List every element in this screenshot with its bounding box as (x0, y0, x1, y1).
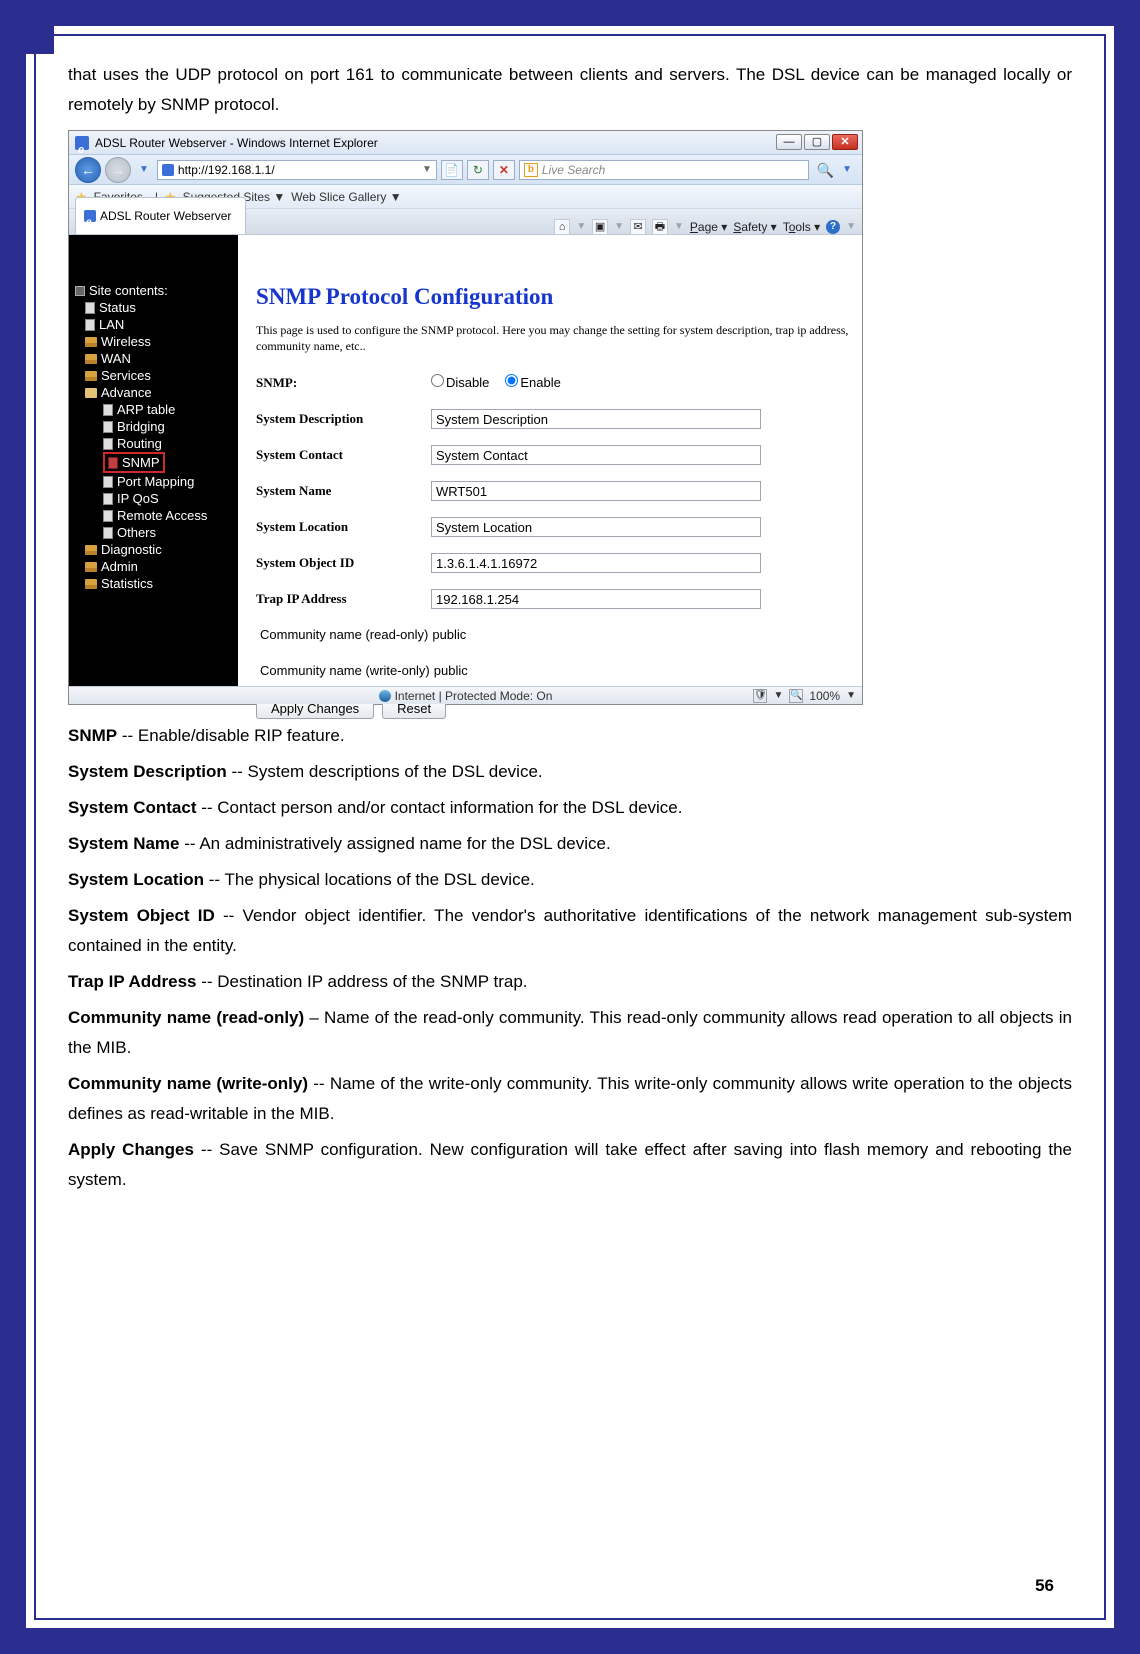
snmp-disable-radio[interactable]: Disable (431, 368, 489, 398)
row-comro: Community name (read-only)public (256, 620, 852, 650)
zoom-icon[interactable]: 🔍 (789, 689, 803, 703)
readmail-icon[interactable]: ✉ (630, 219, 646, 235)
zoom-level[interactable]: 100% (809, 681, 840, 711)
def-comro: Community name (read-only) – Name of the… (68, 1003, 1072, 1063)
forward-button[interactable]: → (105, 157, 131, 183)
stop-button[interactable]: ✕ (493, 160, 515, 180)
internet-zone-icon (379, 690, 391, 702)
sysdesc-input[interactable] (431, 409, 761, 429)
def-sysloc: System Location -- The physical location… (68, 865, 1072, 895)
sidebar-item-diagnostic[interactable]: Diagnostic (75, 541, 238, 558)
trap-input[interactable] (431, 589, 761, 609)
syscontact-input[interactable] (431, 445, 761, 465)
sidebar-item-others[interactable]: Others (75, 524, 238, 541)
sidebar-item-ipqos[interactable]: IP QoS (75, 490, 238, 507)
sidebar-item-portmap[interactable]: Port Mapping (75, 473, 238, 490)
tab-page-icon (84, 210, 96, 222)
sysname-label: System Name (256, 476, 431, 506)
page-description: This page is used to configure the SNMP … (256, 322, 852, 354)
search-placeholder: Live Search (542, 155, 605, 185)
window-title: ADSL Router Webserver - Windows Internet… (95, 128, 378, 158)
sidebar-item-services[interactable]: Services (75, 367, 238, 384)
refresh-button[interactable]: ↻ (467, 160, 489, 180)
page-icon (162, 164, 174, 176)
web-slice-gallery[interactable]: Web Slice Gallery ▼ (291, 182, 401, 212)
sidebar-nav: Site contents: Status LAN Wireless WAN S… (69, 235, 238, 686)
trap-label: Trap IP Address (256, 584, 431, 614)
sidebar-item-status[interactable]: Status (75, 299, 238, 316)
sidebar-item-lan[interactable]: LAN (75, 316, 238, 333)
sidebar-item-admin[interactable]: Admin (75, 558, 238, 575)
sidebar-item-snmp[interactable]: SNMP (75, 452, 238, 473)
title-bar: ADSL Router Webserver - Windows Internet… (69, 131, 862, 155)
def-syscontact: System Contact -- Contact person and/or … (68, 793, 1072, 823)
sysobj-label: System Object ID (256, 548, 431, 578)
def-sysdesc: System Description -- System description… (68, 757, 1072, 787)
home-icon[interactable]: ⌂ (554, 219, 570, 235)
main-panel: SNMP Protocol Configuration This page is… (238, 235, 862, 686)
help-icon[interactable]: ? (826, 220, 840, 234)
sidebar-item-bridging[interactable]: Bridging (75, 418, 238, 435)
sidebar-item-wan[interactable]: WAN (75, 350, 238, 367)
address-text: http://192.168.1.1/ (178, 155, 275, 185)
bing-icon: b (524, 163, 538, 177)
def-sysname: System Name -- An administratively assig… (68, 829, 1072, 859)
snmp-label: SNMP: (256, 368, 431, 398)
sysobj-input[interactable] (431, 553, 761, 573)
status-text: Internet | Protected Mode: On (395, 681, 553, 711)
snmp-enable-radio[interactable]: Enable (505, 368, 560, 398)
sidebar-item-arp[interactable]: ARP table (75, 401, 238, 418)
sidebar-item-routing[interactable]: Routing (75, 435, 238, 452)
minimize-button[interactable]: — (776, 134, 802, 150)
ie-icon (75, 136, 89, 150)
def-apply: Apply Changes -- Save SNMP configuration… (68, 1135, 1072, 1195)
intro-text: that uses the UDP protocol on port 161 t… (68, 60, 1072, 120)
sidebar-item-statistics[interactable]: Statistics (75, 575, 238, 592)
protected-mode-icon[interactable]: 🛡 (753, 689, 767, 703)
tab-label: ADSL Router Webserver (100, 201, 231, 231)
sidebar-header: Site contents: (75, 282, 238, 299)
browser-window: ADSL Router Webserver - Windows Internet… (68, 130, 863, 705)
status-bar: Internet | Protected Mode: On 🛡▼ 🔍 100%▼ (69, 686, 862, 704)
sysname-input[interactable] (431, 481, 761, 501)
compat-view-button[interactable]: 📄 (441, 160, 463, 180)
page-heading: SNMP Protocol Configuration (256, 282, 852, 312)
web-page-area: Site contents: Status LAN Wireless WAN S… (69, 235, 862, 686)
search-dropdown[interactable]: ▼ (838, 155, 856, 185)
sidebar-item-advance[interactable]: Advance (75, 384, 238, 401)
maximize-button[interactable]: ▢ (804, 134, 830, 150)
tab-adsl-router[interactable]: ADSL Router Webserver (75, 197, 246, 234)
syscontact-label: System Contact (256, 440, 431, 470)
address-dropdown-icon[interactable]: ▼ (422, 155, 432, 185)
sysloc-label: System Location (256, 512, 431, 542)
feeds-icon[interactable]: ▣ (592, 219, 608, 235)
close-button[interactable]: ✕ (832, 134, 858, 150)
sysloc-input[interactable] (431, 517, 761, 537)
def-comwo: Community name (write-only) -- Name of t… (68, 1069, 1072, 1129)
corner-ornament (6, 6, 54, 54)
sysdesc-label: System Description (256, 404, 431, 434)
search-button[interactable]: 🔍 (817, 155, 834, 185)
nav-bar: ← → ▼ http://192.168.1.1/ ▼ 📄 ↻ ✕ b Live… (69, 155, 862, 185)
search-box[interactable]: b Live Search (519, 160, 809, 180)
row-snmp: SNMP: Disable Enable (256, 368, 852, 398)
page-number: 56 (1035, 1576, 1054, 1596)
sidebar-item-remote[interactable]: Remote Access (75, 507, 238, 524)
def-sysobj: System Object ID -- Vendor object identi… (68, 901, 1072, 961)
address-bar[interactable]: http://192.168.1.1/ ▼ (157, 160, 437, 180)
tab-bar: ADSL Router Webserver ⌂▼ ▣▼ ✉ 🖶▼ PPageag… (69, 209, 862, 235)
nav-history-dropdown[interactable]: ▼ (135, 155, 153, 185)
def-snmp: SNMP -- Enable/disable RIP feature. (68, 721, 1072, 751)
sidebar-item-wireless[interactable]: Wireless (75, 333, 238, 350)
def-trap: Trap IP Address -- Destination IP addres… (68, 967, 1072, 997)
print-icon[interactable]: 🖶 (652, 219, 668, 235)
